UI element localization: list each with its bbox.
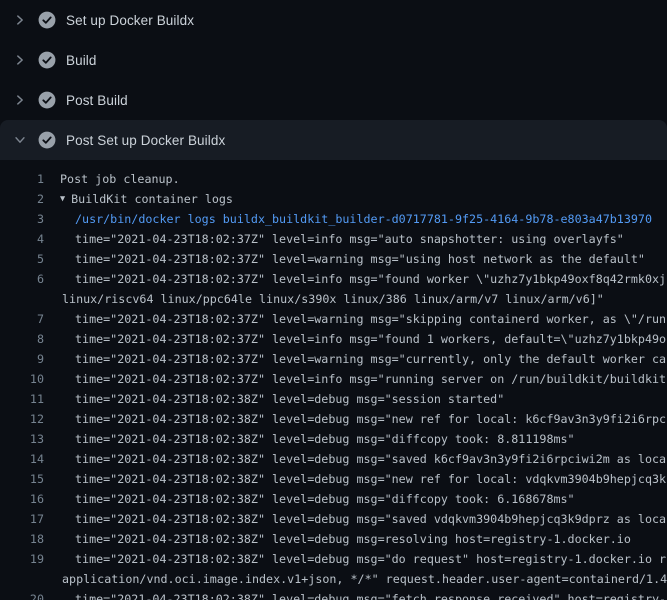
check-circle-icon <box>38 131 56 149</box>
log-text: time="2021-04-23T18:02:38Z" level=debug … <box>44 469 666 489</box>
log-text: time="2021-04-23T18:02:37Z" level=warnin… <box>44 309 666 329</box>
log-text: time="2021-04-23T18:02:38Z" level=debug … <box>44 589 666 600</box>
log-text: application/vnd.oci.image.index.v1+json,… <box>44 569 667 589</box>
line-number[interactable]: 19 <box>0 549 44 569</box>
log-text: time="2021-04-23T18:02:38Z" level=debug … <box>44 529 631 549</box>
line-number[interactable]: 3 <box>0 209 44 229</box>
log-text: time="2021-04-23T18:02:37Z" level=info m… <box>44 269 666 289</box>
log-line: 5 time="2021-04-23T18:02:37Z" level=warn… <box>0 249 667 269</box>
group-toggle-icon[interactable]: ▼ <box>44 189 65 209</box>
log-text: /usr/bin/docker logs buildx_buildkit_bui… <box>44 209 652 229</box>
line-number[interactable] <box>0 569 44 589</box>
log-text: BuildKit container logs <box>65 189 233 209</box>
chevron-down-icon[interactable] <box>12 132 28 148</box>
log-line: 14 time="2021-04-23T18:02:38Z" level=deb… <box>0 449 667 469</box>
log-text: time="2021-04-23T18:02:38Z" level=debug … <box>44 489 575 509</box>
log-line: 1 Post job cleanup. <box>0 169 667 189</box>
log-text: time="2021-04-23T18:02:38Z" level=debug … <box>44 549 666 569</box>
log-line: 13 time="2021-04-23T18:02:38Z" level=deb… <box>0 429 667 449</box>
log-line: 4 time="2021-04-23T18:02:37Z" level=info… <box>0 229 667 249</box>
step-row[interactable]: Post Build <box>0 80 667 120</box>
log-text: time="2021-04-23T18:02:38Z" level=debug … <box>44 509 666 529</box>
step-title: Set up Docker Buildx <box>66 13 194 28</box>
log-line: application/vnd.oci.image.index.v1+json,… <box>0 569 667 589</box>
check-circle-icon <box>38 51 56 69</box>
line-number[interactable]: 1 <box>0 169 44 189</box>
log-text: Post job cleanup. <box>44 169 180 189</box>
log-line: 12 time="2021-04-23T18:02:38Z" level=deb… <box>0 409 667 429</box>
line-number[interactable]: 14 <box>0 449 44 469</box>
chevron-right-icon[interactable] <box>12 12 28 28</box>
check-circle-icon <box>38 91 56 109</box>
line-number[interactable]: 20 <box>0 589 44 600</box>
log-text: linux/riscv64 linux/ppc64le linux/s390x … <box>44 289 604 309</box>
step-title: Post Build <box>66 93 128 108</box>
line-number[interactable]: 4 <box>0 229 44 249</box>
line-number[interactable]: 2 <box>0 189 44 209</box>
log-line: 11 time="2021-04-23T18:02:38Z" level=deb… <box>0 389 667 409</box>
chevron-right-icon[interactable] <box>12 52 28 68</box>
log-text: time="2021-04-23T18:02:37Z" level=warnin… <box>44 349 666 369</box>
log-line: 3 /usr/bin/docker logs buildx_buildkit_b… <box>0 209 667 229</box>
line-number[interactable]: 6 <box>0 269 44 289</box>
step-row[interactable]: Post Set up Docker Buildx <box>0 120 667 160</box>
line-number[interactable]: 16 <box>0 489 44 509</box>
log-line: 2 ▼BuildKit container logs <box>0 189 667 209</box>
step-row[interactable]: Build <box>0 40 667 80</box>
line-number[interactable]: 13 <box>0 429 44 449</box>
log-text: time="2021-04-23T18:02:37Z" level=warnin… <box>44 249 645 269</box>
log-area: 1 Post job cleanup. 2 ▼BuildKit containe… <box>0 160 667 600</box>
line-number[interactable]: 17 <box>0 509 44 529</box>
log-line: 9 time="2021-04-23T18:02:37Z" level=warn… <box>0 349 667 369</box>
log-text: time="2021-04-23T18:02:38Z" level=debug … <box>44 389 504 409</box>
log-text: time="2021-04-23T18:02:37Z" level=info m… <box>44 329 666 349</box>
line-number[interactable]: 7 <box>0 309 44 329</box>
log-line: linux/riscv64 linux/ppc64le linux/s390x … <box>0 289 667 309</box>
log-line: 10 time="2021-04-23T18:02:37Z" level=inf… <box>0 369 667 389</box>
log-text: time="2021-04-23T18:02:38Z" level=debug … <box>44 409 666 429</box>
step-title: Build <box>66 53 97 68</box>
line-number[interactable] <box>0 289 44 309</box>
log-line: 15 time="2021-04-23T18:02:38Z" level=deb… <box>0 469 667 489</box>
line-number[interactable]: 10 <box>0 369 44 389</box>
log-line: 20 time="2021-04-23T18:02:38Z" level=deb… <box>0 589 667 600</box>
check-circle-icon <box>38 11 56 29</box>
chevron-right-icon[interactable] <box>12 92 28 108</box>
log-line: 6 time="2021-04-23T18:02:37Z" level=info… <box>0 269 667 289</box>
log-text: time="2021-04-23T18:02:38Z" level=debug … <box>44 429 575 449</box>
line-number[interactable]: 15 <box>0 469 44 489</box>
step-title: Post Set up Docker Buildx <box>66 133 225 148</box>
steps-list: Set up Docker Buildx Build P <box>0 0 667 160</box>
log-line: 7 time="2021-04-23T18:02:37Z" level=warn… <box>0 309 667 329</box>
job-log-viewer: Set up Docker Buildx Build P <box>0 0 667 600</box>
log-text: time="2021-04-23T18:02:37Z" level=info m… <box>44 369 666 389</box>
line-number[interactable]: 18 <box>0 529 44 549</box>
line-number[interactable]: 5 <box>0 249 44 269</box>
log-text: time="2021-04-23T18:02:38Z" level=debug … <box>44 449 666 469</box>
line-number[interactable]: 9 <box>0 349 44 369</box>
log-text: time="2021-04-23T18:02:37Z" level=info m… <box>44 229 624 249</box>
log-line: 18 time="2021-04-23T18:02:38Z" level=deb… <box>0 529 667 549</box>
log-line: 19 time="2021-04-23T18:02:38Z" level=deb… <box>0 549 667 569</box>
log-line: 17 time="2021-04-23T18:02:38Z" level=deb… <box>0 509 667 529</box>
line-number[interactable]: 8 <box>0 329 44 349</box>
log-line: 8 time="2021-04-23T18:02:37Z" level=info… <box>0 329 667 349</box>
line-number[interactable]: 12 <box>0 409 44 429</box>
line-number[interactable]: 11 <box>0 389 44 409</box>
log-line: 16 time="2021-04-23T18:02:38Z" level=deb… <box>0 489 667 509</box>
step-row[interactable]: Set up Docker Buildx <box>0 0 667 40</box>
